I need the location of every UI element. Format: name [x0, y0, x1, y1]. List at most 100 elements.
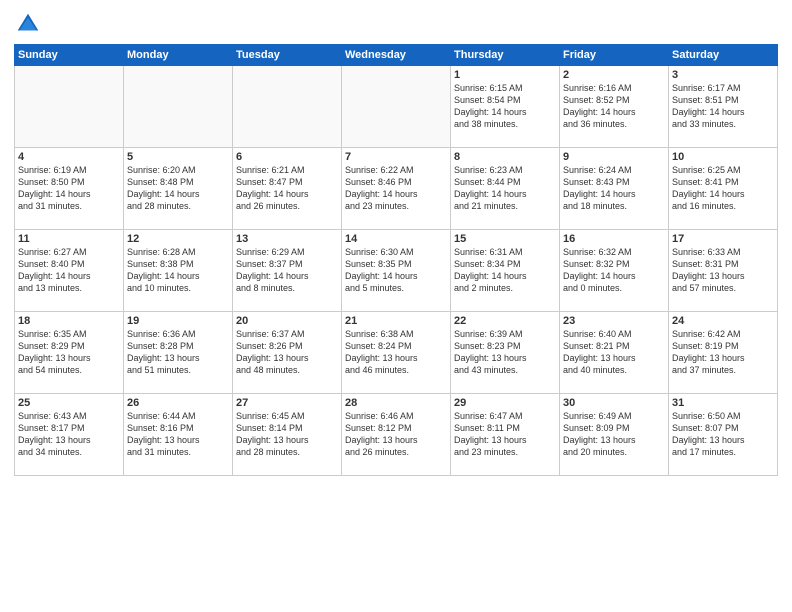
calendar-cell: 4Sunrise: 6:19 AM Sunset: 8:50 PM Daylig…: [15, 148, 124, 230]
calendar-cell: 30Sunrise: 6:49 AM Sunset: 8:09 PM Dayli…: [560, 394, 669, 476]
calendar-cell: 8Sunrise: 6:23 AM Sunset: 8:44 PM Daylig…: [451, 148, 560, 230]
day-number: 27: [236, 397, 338, 409]
day-info: Sunrise: 6:49 AM Sunset: 8:09 PM Dayligh…: [563, 410, 665, 459]
day-number: 19: [127, 315, 229, 327]
day-number: 24: [672, 315, 774, 327]
weekday-header-thursday: Thursday: [451, 45, 560, 66]
day-number: 29: [454, 397, 556, 409]
day-number: 22: [454, 315, 556, 327]
weekday-header-tuesday: Tuesday: [233, 45, 342, 66]
day-info: Sunrise: 6:15 AM Sunset: 8:54 PM Dayligh…: [454, 82, 556, 131]
day-number: 3: [672, 69, 774, 81]
calendar-cell: [233, 66, 342, 148]
day-info: Sunrise: 6:42 AM Sunset: 8:19 PM Dayligh…: [672, 328, 774, 377]
calendar-cell: 27Sunrise: 6:45 AM Sunset: 8:14 PM Dayli…: [233, 394, 342, 476]
weekday-header-saturday: Saturday: [669, 45, 778, 66]
calendar-cell: 11Sunrise: 6:27 AM Sunset: 8:40 PM Dayli…: [15, 230, 124, 312]
calendar: SundayMondayTuesdayWednesdayThursdayFrid…: [14, 44, 778, 476]
day-info: Sunrise: 6:47 AM Sunset: 8:11 PM Dayligh…: [454, 410, 556, 459]
day-info: Sunrise: 6:17 AM Sunset: 8:51 PM Dayligh…: [672, 82, 774, 131]
logo-icon: [14, 10, 42, 38]
day-number: 30: [563, 397, 665, 409]
day-number: 5: [127, 151, 229, 163]
calendar-cell: 15Sunrise: 6:31 AM Sunset: 8:34 PM Dayli…: [451, 230, 560, 312]
logo: [14, 10, 46, 38]
calendar-cell: 14Sunrise: 6:30 AM Sunset: 8:35 PM Dayli…: [342, 230, 451, 312]
calendar-cell: 16Sunrise: 6:32 AM Sunset: 8:32 PM Dayli…: [560, 230, 669, 312]
page: SundayMondayTuesdayWednesdayThursdayFrid…: [0, 0, 792, 612]
day-info: Sunrise: 6:31 AM Sunset: 8:34 PM Dayligh…: [454, 246, 556, 295]
day-number: 10: [672, 151, 774, 163]
day-number: 18: [18, 315, 120, 327]
weekday-header-monday: Monday: [124, 45, 233, 66]
day-info: Sunrise: 6:33 AM Sunset: 8:31 PM Dayligh…: [672, 246, 774, 295]
day-info: Sunrise: 6:27 AM Sunset: 8:40 PM Dayligh…: [18, 246, 120, 295]
day-info: Sunrise: 6:20 AM Sunset: 8:48 PM Dayligh…: [127, 164, 229, 213]
calendar-cell: [15, 66, 124, 148]
calendar-cell: 5Sunrise: 6:20 AM Sunset: 8:48 PM Daylig…: [124, 148, 233, 230]
day-info: Sunrise: 6:16 AM Sunset: 8:52 PM Dayligh…: [563, 82, 665, 131]
calendar-cell: 3Sunrise: 6:17 AM Sunset: 8:51 PM Daylig…: [669, 66, 778, 148]
day-info: Sunrise: 6:29 AM Sunset: 8:37 PM Dayligh…: [236, 246, 338, 295]
day-info: Sunrise: 6:22 AM Sunset: 8:46 PM Dayligh…: [345, 164, 447, 213]
day-number: 21: [345, 315, 447, 327]
weekday-header-wednesday: Wednesday: [342, 45, 451, 66]
day-number: 7: [345, 151, 447, 163]
calendar-cell: 28Sunrise: 6:46 AM Sunset: 8:12 PM Dayli…: [342, 394, 451, 476]
day-info: Sunrise: 6:24 AM Sunset: 8:43 PM Dayligh…: [563, 164, 665, 213]
day-number: 15: [454, 233, 556, 245]
day-number: 4: [18, 151, 120, 163]
day-number: 31: [672, 397, 774, 409]
calendar-cell: 19Sunrise: 6:36 AM Sunset: 8:28 PM Dayli…: [124, 312, 233, 394]
weekday-header-friday: Friday: [560, 45, 669, 66]
day-info: Sunrise: 6:36 AM Sunset: 8:28 PM Dayligh…: [127, 328, 229, 377]
calendar-cell: 13Sunrise: 6:29 AM Sunset: 8:37 PM Dayli…: [233, 230, 342, 312]
week-row-1: 4Sunrise: 6:19 AM Sunset: 8:50 PM Daylig…: [15, 148, 778, 230]
calendar-cell: 29Sunrise: 6:47 AM Sunset: 8:11 PM Dayli…: [451, 394, 560, 476]
calendar-cell: 26Sunrise: 6:44 AM Sunset: 8:16 PM Dayli…: [124, 394, 233, 476]
day-info: Sunrise: 6:50 AM Sunset: 8:07 PM Dayligh…: [672, 410, 774, 459]
calendar-cell: 25Sunrise: 6:43 AM Sunset: 8:17 PM Dayli…: [15, 394, 124, 476]
calendar-cell: 20Sunrise: 6:37 AM Sunset: 8:26 PM Dayli…: [233, 312, 342, 394]
calendar-cell: 1Sunrise: 6:15 AM Sunset: 8:54 PM Daylig…: [451, 66, 560, 148]
day-info: Sunrise: 6:39 AM Sunset: 8:23 PM Dayligh…: [454, 328, 556, 377]
calendar-cell: 31Sunrise: 6:50 AM Sunset: 8:07 PM Dayli…: [669, 394, 778, 476]
week-row-2: 11Sunrise: 6:27 AM Sunset: 8:40 PM Dayli…: [15, 230, 778, 312]
day-info: Sunrise: 6:35 AM Sunset: 8:29 PM Dayligh…: [18, 328, 120, 377]
day-info: Sunrise: 6:44 AM Sunset: 8:16 PM Dayligh…: [127, 410, 229, 459]
day-info: Sunrise: 6:43 AM Sunset: 8:17 PM Dayligh…: [18, 410, 120, 459]
day-number: 12: [127, 233, 229, 245]
day-number: 28: [345, 397, 447, 409]
calendar-cell: 10Sunrise: 6:25 AM Sunset: 8:41 PM Dayli…: [669, 148, 778, 230]
calendar-cell: 6Sunrise: 6:21 AM Sunset: 8:47 PM Daylig…: [233, 148, 342, 230]
day-info: Sunrise: 6:46 AM Sunset: 8:12 PM Dayligh…: [345, 410, 447, 459]
day-number: 1: [454, 69, 556, 81]
calendar-cell: 17Sunrise: 6:33 AM Sunset: 8:31 PM Dayli…: [669, 230, 778, 312]
calendar-cell: 18Sunrise: 6:35 AM Sunset: 8:29 PM Dayli…: [15, 312, 124, 394]
week-row-4: 25Sunrise: 6:43 AM Sunset: 8:17 PM Dayli…: [15, 394, 778, 476]
day-number: 13: [236, 233, 338, 245]
calendar-cell: [124, 66, 233, 148]
calendar-cell: 9Sunrise: 6:24 AM Sunset: 8:43 PM Daylig…: [560, 148, 669, 230]
calendar-cell: 2Sunrise: 6:16 AM Sunset: 8:52 PM Daylig…: [560, 66, 669, 148]
day-info: Sunrise: 6:25 AM Sunset: 8:41 PM Dayligh…: [672, 164, 774, 213]
calendar-cell: 12Sunrise: 6:28 AM Sunset: 8:38 PM Dayli…: [124, 230, 233, 312]
calendar-cell: 7Sunrise: 6:22 AM Sunset: 8:46 PM Daylig…: [342, 148, 451, 230]
day-number: 8: [454, 151, 556, 163]
week-row-0: 1Sunrise: 6:15 AM Sunset: 8:54 PM Daylig…: [15, 66, 778, 148]
day-info: Sunrise: 6:19 AM Sunset: 8:50 PM Dayligh…: [18, 164, 120, 213]
day-info: Sunrise: 6:28 AM Sunset: 8:38 PM Dayligh…: [127, 246, 229, 295]
day-number: 26: [127, 397, 229, 409]
calendar-cell: 23Sunrise: 6:40 AM Sunset: 8:21 PM Dayli…: [560, 312, 669, 394]
week-row-3: 18Sunrise: 6:35 AM Sunset: 8:29 PM Dayli…: [15, 312, 778, 394]
calendar-cell: 22Sunrise: 6:39 AM Sunset: 8:23 PM Dayli…: [451, 312, 560, 394]
day-number: 25: [18, 397, 120, 409]
weekday-header-sunday: Sunday: [15, 45, 124, 66]
day-info: Sunrise: 6:37 AM Sunset: 8:26 PM Dayligh…: [236, 328, 338, 377]
day-info: Sunrise: 6:30 AM Sunset: 8:35 PM Dayligh…: [345, 246, 447, 295]
day-number: 9: [563, 151, 665, 163]
day-number: 17: [672, 233, 774, 245]
day-number: 2: [563, 69, 665, 81]
day-number: 6: [236, 151, 338, 163]
day-info: Sunrise: 6:21 AM Sunset: 8:47 PM Dayligh…: [236, 164, 338, 213]
